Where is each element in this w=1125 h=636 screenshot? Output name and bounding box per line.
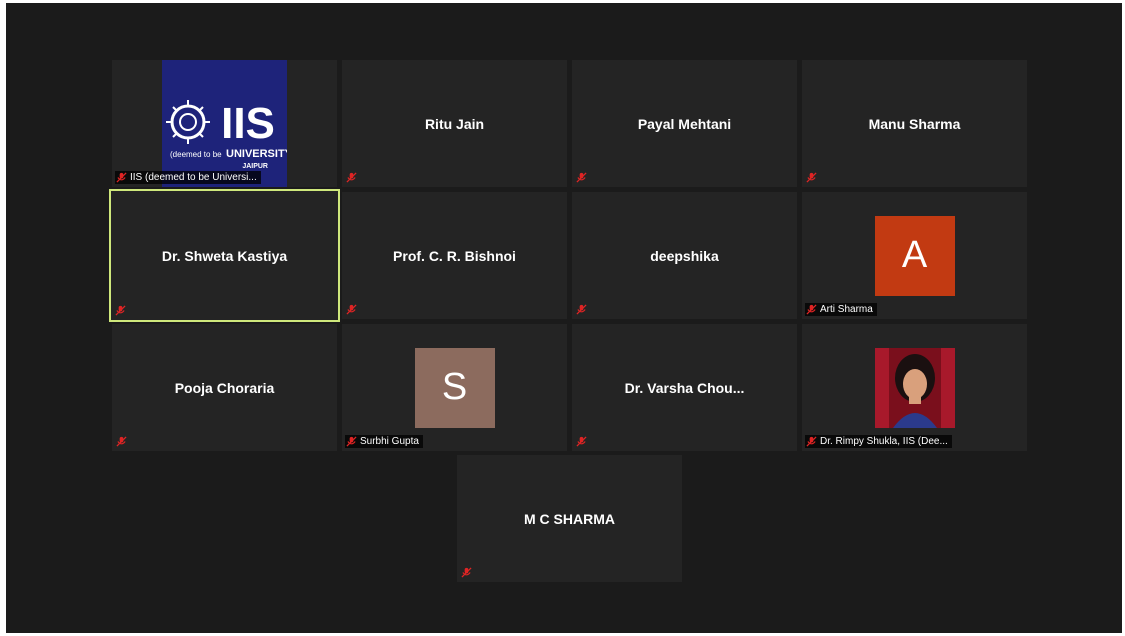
- participant-name: Dr. Shweta Kastiya: [161, 247, 288, 264]
- microphone-muted-icon: [576, 304, 587, 315]
- participant-tile[interactable]: Manu Sharma: [802, 60, 1027, 187]
- participant-tile-active-speaker[interactable]: Dr. Shweta Kastiya: [109, 189, 340, 322]
- participant-name: Dr. Varsha Chou...: [624, 379, 745, 396]
- participant-photo: [874, 347, 955, 428]
- participant-label: Dr. Rimpy Shukla, IIS (Dee...: [805, 435, 952, 448]
- microphone-muted-icon: [346, 172, 357, 183]
- microphone-muted-icon: [115, 305, 126, 316]
- participant-tile[interactable]: Dr. Varsha Chou...: [572, 324, 797, 451]
- participant-tile[interactable]: Pooja Choraria: [112, 324, 337, 451]
- participant-label: [805, 171, 824, 184]
- participant-name: Pooja Choraria: [174, 379, 275, 396]
- participant-tile[interactable]: A Arti Sharma: [802, 192, 1027, 319]
- participant-tile[interactable]: Prof. C. R. Bishnoi: [342, 192, 567, 319]
- microphone-muted-icon: [346, 436, 357, 447]
- participant-tile[interactable]: deepshika: [572, 192, 797, 319]
- participant-label: [460, 566, 479, 579]
- university-logo: IIS (deemed to be UNIVERSITY) JAIPUR: [162, 60, 296, 187]
- microphone-muted-icon: [806, 436, 817, 447]
- svg-text:JAIPUR: JAIPUR: [242, 163, 268, 170]
- participant-tile[interactable]: Dr. Rimpy Shukla, IIS (Dee...: [802, 324, 1027, 451]
- video-gallery: IIS (deemed to be UNIVERSITY) JAIPUR IIS…: [6, 3, 1122, 633]
- microphone-muted-icon: [806, 304, 817, 315]
- logo-title: IIS: [221, 99, 275, 148]
- participant-name: Prof. C. R. Bishnoi: [393, 247, 516, 264]
- microphone-muted-icon: [576, 436, 587, 447]
- participant-tile[interactable]: IIS (deemed to be UNIVERSITY) JAIPUR IIS…: [112, 60, 337, 187]
- microphone-muted-icon: [576, 172, 587, 183]
- avatar: S: [414, 347, 495, 428]
- participant-name: Manu Sharma: [868, 115, 961, 132]
- microphone-muted-icon: [806, 172, 817, 183]
- avatar: A: [874, 215, 955, 296]
- microphone-muted-icon: [116, 436, 127, 447]
- participant-tile[interactable]: Ritu Jain: [342, 60, 567, 187]
- participant-label: [345, 171, 364, 184]
- svg-text:UNIVERSITY): UNIVERSITY): [226, 148, 287, 160]
- microphone-muted-icon: [461, 567, 472, 578]
- participant-label: IIS (deemed to be Universi...: [115, 171, 261, 184]
- participant-label: [575, 435, 594, 448]
- participant-name: Arti Sharma: [820, 304, 873, 315]
- svg-text:(deemed to be: (deemed to be: [170, 150, 222, 159]
- participant-name: Dr. Rimpy Shukla, IIS (Dee...: [820, 436, 948, 447]
- participant-name: IIS (deemed to be Universi...: [130, 172, 257, 183]
- participant-label: [115, 435, 134, 448]
- participant-name: Surbhi Gupta: [360, 436, 419, 447]
- participant-name: Payal Mehtani: [637, 115, 732, 132]
- participant-label: [575, 171, 594, 184]
- participant-tile[interactable]: Payal Mehtani: [572, 60, 797, 187]
- participant-label: [114, 304, 133, 317]
- participant-label: [345, 303, 364, 316]
- participant-name: deepshika: [650, 247, 719, 264]
- participant-label: Surbhi Gupta: [345, 435, 423, 448]
- participant-name: M C SHARMA: [524, 510, 615, 527]
- participant-tile[interactable]: M C SHARMA: [457, 455, 682, 582]
- participant-name: Ritu Jain: [424, 115, 485, 132]
- microphone-muted-icon: [346, 304, 357, 315]
- participant-tile[interactable]: S Surbhi Gupta: [342, 324, 567, 451]
- participant-label: Arti Sharma: [805, 303, 877, 316]
- microphone-muted-icon: [116, 172, 127, 183]
- participant-label: [575, 303, 594, 316]
